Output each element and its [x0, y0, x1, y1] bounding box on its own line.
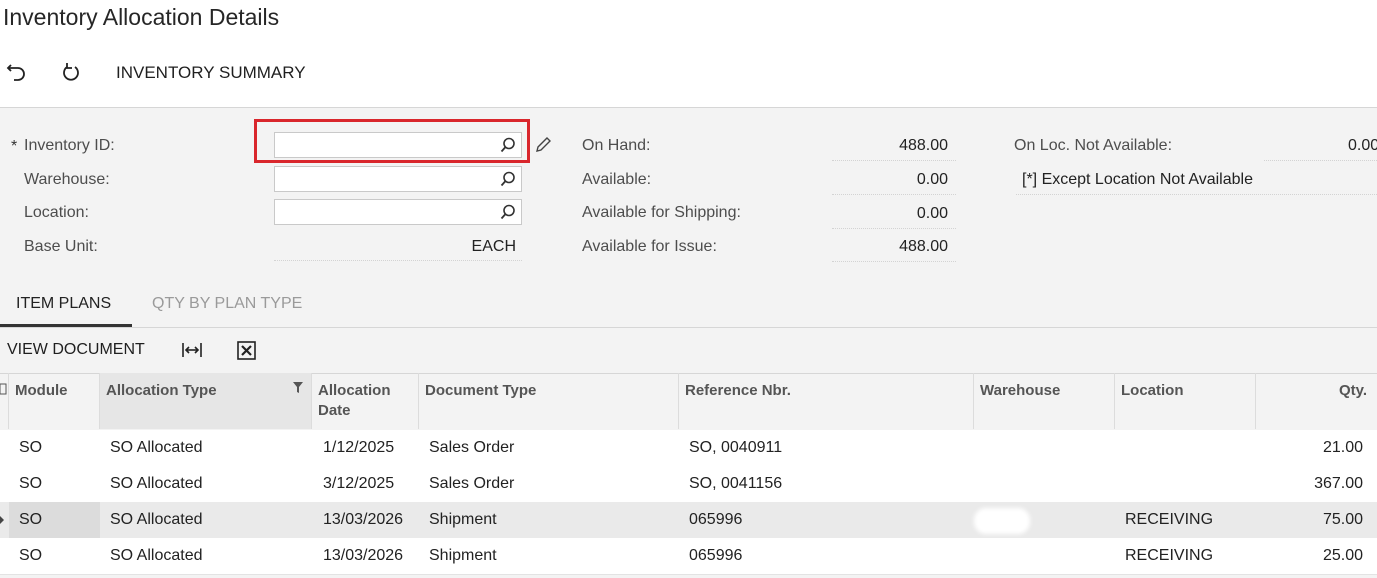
cell-qty: 21.00 — [1322, 439, 1363, 456]
redacted-warehouse — [974, 508, 1030, 534]
note-underline — [1016, 194, 1377, 195]
row-selector-icon — [0, 383, 7, 395]
cell-qty: 25.00 — [1322, 547, 1363, 564]
cell-document-type: Sales Order — [429, 475, 515, 492]
current-row-indicator-icon — [0, 516, 4, 524]
column-allocation-type[interactable]: Allocation Type — [100, 373, 312, 429]
required-marker: * — [11, 138, 18, 155]
cell-date: 1/12/2025 — [323, 439, 395, 456]
tab-item-plans[interactable]: ITEM PLANS — [16, 295, 111, 313]
cell-allocation-type: SO Allocated — [110, 547, 203, 564]
redacted-warehouse — [984, 544, 1032, 568]
inventory-id-highlight — [254, 119, 530, 163]
table-row[interactable]: SO SO Allocated 3/12/2025 Sales Order SO… — [0, 466, 1377, 503]
available-shipping-label: Available for Shipping: — [582, 204, 741, 221]
cell-document-type: Shipment — [429, 547, 497, 564]
cell-date: 3/12/2025 — [323, 475, 395, 492]
search-icon[interactable] — [499, 170, 517, 188]
search-icon[interactable] — [499, 203, 517, 221]
column-reference-nbr[interactable]: Reference Nbr. — [679, 373, 974, 429]
cell-date: 13/03/2026 — [323, 547, 404, 564]
active-tab-indicator — [0, 324, 132, 327]
on-hand-value: 488.00 — [899, 137, 948, 154]
on-loc-not-available-value: 0.00 — [1348, 137, 1377, 154]
fit-columns-icon[interactable] — [180, 338, 204, 362]
available-label: Available: — [582, 171, 652, 188]
tab-baseline — [0, 327, 1377, 328]
cell-module: SO — [19, 511, 43, 528]
on-loc-not-available-label: On Loc. Not Available: — [1014, 137, 1173, 154]
table-row[interactable]: SO SO Allocated 13/03/2026 Shipment 0659… — [0, 538, 1377, 575]
cell-module: SO — [19, 547, 43, 564]
table-row[interactable]: SO SO Allocated 1/12/2025 Sales Order SO… — [0, 430, 1377, 467]
base-unit-value: EACH — [471, 238, 516, 255]
location-field[interactable] — [274, 199, 522, 225]
stat-underline — [832, 228, 956, 229]
location-label: Location: — [24, 204, 89, 221]
cell-allocation-type: SO Allocated — [110, 439, 203, 456]
cell-allocation-type: SO Allocated — [110, 475, 203, 492]
cell-reference-nbr[interactable]: SO, 0040911 — [689, 430, 782, 466]
cell-document-type: Sales Order — [429, 439, 515, 456]
cell-document-type: Shipment — [429, 511, 497, 528]
stat-underline — [832, 160, 956, 161]
tab-qty-by-plan-type[interactable]: QTY BY PLAN TYPE — [152, 295, 302, 313]
view-document-button[interactable]: VIEW DOCUMENT — [7, 341, 145, 359]
cell-location: RECEIVING — [1125, 511, 1214, 528]
available-shipping-value: 0.00 — [916, 205, 948, 222]
warehouse-label: Warehouse: — [24, 171, 110, 188]
cell-module: SO — [19, 439, 43, 456]
row-selector-header — [0, 373, 9, 429]
redacted-warehouse — [984, 472, 1036, 496]
edit-icon[interactable] — [534, 136, 552, 154]
cell-module: SO — [19, 475, 43, 492]
warehouse-field[interactable] — [274, 166, 522, 192]
refresh-icon[interactable] — [58, 60, 84, 86]
undo-icon[interactable] — [4, 60, 30, 86]
on-hand-label: On Hand: — [582, 137, 651, 154]
cell-qty: 75.00 — [1322, 511, 1363, 528]
table-row-selected[interactable]: SO SO Allocated 13/03/2026 Shipment 0659… — [0, 502, 1377, 539]
except-location-note: [*] Except Location Not Available — [1022, 171, 1253, 188]
available-issue-value: 488.00 — [899, 238, 948, 255]
warehouse-input[interactable] — [275, 167, 502, 191]
available-value: 0.00 — [916, 171, 948, 188]
cell-location: RECEIVING — [1125, 547, 1214, 564]
inventory-summary-button[interactable]: INVENTORY SUMMARY — [116, 63, 306, 83]
column-allocation-date[interactable]: Allocation Date — [312, 373, 419, 429]
cell-qty: 367.00 — [1314, 475, 1363, 492]
base-unit-underline — [274, 260, 522, 261]
column-warehouse[interactable]: Warehouse — [974, 373, 1115, 429]
cell-reference-nbr[interactable]: 065996 — [689, 502, 742, 538]
page-title: Inventory Allocation Details — [3, 4, 280, 30]
available-issue-label: Available for Issue: — [582, 238, 717, 255]
column-allocation-type-label: Allocation Type — [106, 382, 217, 399]
base-unit-label: Base Unit: — [24, 238, 98, 255]
stat-underline — [1264, 160, 1377, 161]
export-excel-icon[interactable] — [236, 338, 258, 362]
stat-underline — [832, 261, 956, 262]
inventory-id-label: Inventory ID: — [24, 137, 115, 154]
location-input[interactable] — [275, 200, 502, 224]
column-location[interactable]: Location — [1115, 373, 1256, 429]
stat-underline — [832, 194, 956, 195]
cell-allocation-type: SO Allocated — [110, 511, 203, 528]
column-module[interactable]: Module — [9, 373, 100, 429]
column-document-type[interactable]: Document Type — [419, 373, 679, 429]
cell-date: 13/03/2026 — [323, 511, 404, 528]
filter-icon[interactable] — [293, 382, 303, 394]
column-qty[interactable]: Qty. — [1256, 373, 1377, 429]
cell-reference-nbr[interactable]: 065996 — [689, 538, 742, 574]
cell-reference-nbr[interactable]: SO, 0041156 — [689, 466, 782, 502]
